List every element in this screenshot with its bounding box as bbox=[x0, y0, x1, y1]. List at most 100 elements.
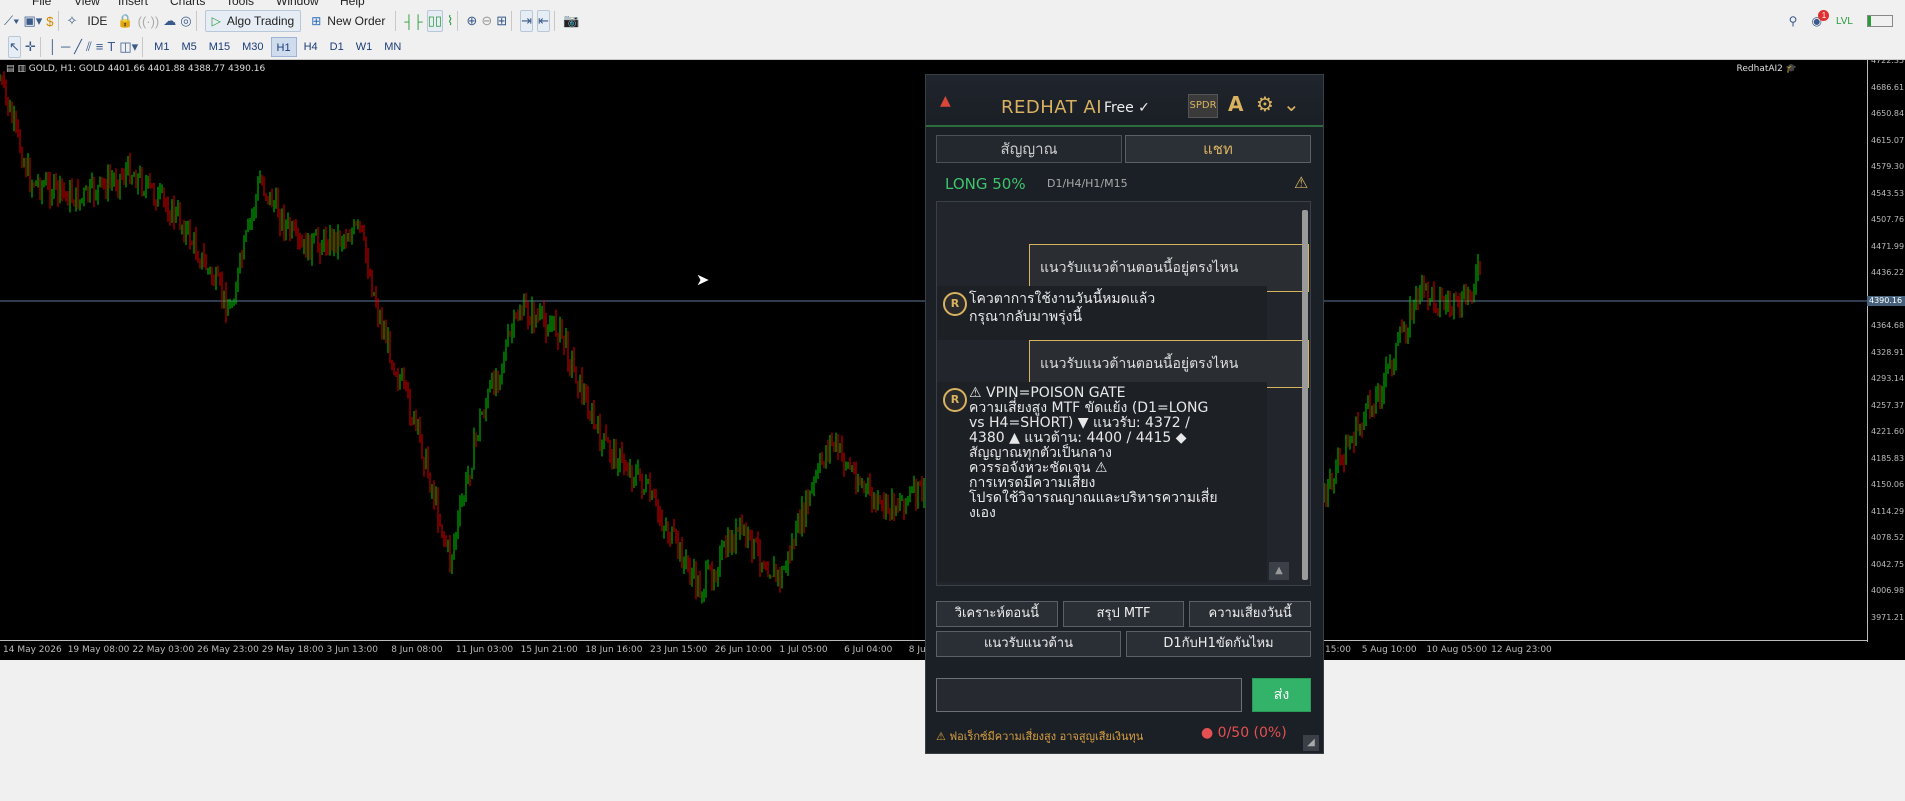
bot-message-line: สัญญาณทุกตัวเป็นกลาง bbox=[969, 445, 1112, 461]
timeframe-d1[interactable]: D1 bbox=[325, 37, 349, 57]
chart-shift-icon[interactable]: ⇤ bbox=[537, 10, 550, 32]
time-label: 6 Jul 04:00 bbox=[844, 645, 893, 655]
toolbar-separator bbox=[39, 36, 41, 57]
time-label: 14 May 2026 bbox=[3, 645, 62, 655]
font-size-icon[interactable]: A bbox=[1228, 92, 1243, 116]
vertical-line-icon[interactable]: │ bbox=[49, 36, 57, 58]
menu-insert[interactable]: Insert bbox=[118, 0, 148, 8]
menu-window[interactable]: Window bbox=[276, 0, 319, 8]
bot-message-line: โควตาการใช้งานวันนี้หมดแล้ว bbox=[969, 291, 1156, 307]
menu-charts[interactable]: Charts bbox=[170, 0, 205, 8]
navigator-icon[interactable]: ✧ bbox=[67, 10, 78, 32]
price-label: 4722.35 bbox=[1871, 60, 1905, 65]
text-icon[interactable]: T bbox=[107, 36, 115, 58]
current-price-tag: 4390.16 bbox=[1867, 296, 1905, 306]
timeframe-m1[interactable]: M1 bbox=[149, 37, 174, 57]
time-label: 29 May 18:00 bbox=[261, 645, 324, 655]
chat-input[interactable] bbox=[936, 678, 1242, 712]
notification-badge: 1 bbox=[1818, 10, 1830, 21]
scroll-up-icon[interactable]: ▲ bbox=[1269, 562, 1289, 580]
toolbar-separator bbox=[195, 11, 197, 31]
gear-icon[interactable]: ⚙ bbox=[1256, 92, 1274, 116]
price-label: 4042.75 bbox=[1871, 559, 1905, 569]
new-chart-icon[interactable]: ⟋▾ bbox=[4, 10, 19, 32]
search-icon[interactable]: ⚲ bbox=[1789, 14, 1798, 28]
ea-label: RedhatAI2 🎓 bbox=[1737, 64, 1797, 74]
time-label: 3 Jun 13:00 bbox=[326, 645, 378, 655]
bot-message-line: กรุณากลับมาพรุ่งนี้ bbox=[969, 309, 1083, 325]
tile-windows-icon[interactable]: ⊞ bbox=[496, 10, 507, 32]
timeframe-mn[interactable]: MN bbox=[379, 37, 406, 57]
price-label: 4650.84 bbox=[1871, 109, 1905, 118]
new-order-label: New Order bbox=[327, 14, 386, 28]
autoscroll-icon[interactable]: ⇥ bbox=[520, 10, 534, 32]
shapes-icon[interactable]: ◫▾ bbox=[119, 36, 138, 58]
resize-handle-icon[interactable]: ◢ bbox=[1303, 735, 1319, 751]
menu-help[interactable]: Help bbox=[340, 0, 365, 8]
tab-chat[interactable]: แชท bbox=[1125, 135, 1311, 163]
send-button[interactable]: ส่ง bbox=[1252, 678, 1311, 712]
spdr-button[interactable]: SPDR bbox=[1188, 94, 1218, 118]
time-label: 12 Aug 23:00 bbox=[1491, 645, 1552, 655]
cloud-icon[interactable]: ☁ bbox=[163, 10, 176, 32]
signal-icon[interactable]: ((·)) bbox=[138, 10, 160, 32]
ea-hat-icon: 🎓 bbox=[1785, 64, 1797, 74]
profiles-icon[interactable]: ▣▾ bbox=[23, 10, 42, 32]
mtf-summary-button[interactable]: สรุป MTF bbox=[1062, 601, 1185, 627]
support-resistance-button[interactable]: แนวรับแนวต้าน bbox=[936, 631, 1121, 657]
cursor-icon[interactable]: ↖ bbox=[8, 35, 21, 58]
menu-view[interactable]: View bbox=[74, 0, 100, 8]
toolbar-separator bbox=[553, 11, 555, 31]
panel-tabs: สัญญาณ แชท bbox=[936, 135, 1311, 163]
toolbar-separator bbox=[142, 36, 144, 57]
fibonacci-icon[interactable]: ≡ bbox=[96, 36, 104, 58]
menu-tools[interactable]: Tools bbox=[226, 0, 254, 8]
risk-disclaimer: ⚠ ฟอเร็กซ์มีความเสี่ยงสูง อาจสูญเสียเงิน… bbox=[936, 730, 1144, 743]
timeframe-h4[interactable]: H4 bbox=[299, 37, 323, 57]
horizontal-line-icon[interactable]: ─ bbox=[61, 36, 70, 58]
risk-today-button[interactable]: ความเสี่ยงวันนี้ bbox=[1189, 601, 1312, 627]
tab-signal[interactable]: สัญญาณ bbox=[936, 135, 1122, 163]
redhat-ai-panel: ▲ REDHAT AI Free ✓ SPDR A ⚙ ⌄ สัญญาณ แชท… bbox=[925, 74, 1324, 754]
timeframe-m5[interactable]: M5 bbox=[176, 37, 201, 57]
zoom-in-icon[interactable]: ⊕ bbox=[466, 10, 477, 32]
time-label: 8 Jun 08:00 bbox=[391, 645, 443, 655]
timeframe-w1[interactable]: W1 bbox=[351, 37, 378, 57]
new-order-button[interactable]: ⊞ New Order bbox=[305, 10, 391, 32]
menu-file[interactable]: File bbox=[32, 0, 51, 8]
signals-icon[interactable]: LVL bbox=[1836, 16, 1853, 27]
timeframe-h1[interactable]: H1 bbox=[270, 36, 297, 57]
chat-scrollbar[interactable] bbox=[1302, 210, 1308, 580]
candlestick-icon[interactable]: ▯▯ bbox=[426, 10, 444, 32]
zoom-out-icon[interactable]: ⊖ bbox=[481, 10, 492, 32]
dollar-icon[interactable]: $ bbox=[46, 10, 53, 32]
time-label: 15 Jun 21:00 bbox=[520, 645, 578, 655]
channel-icon[interactable]: ⫽ bbox=[86, 36, 92, 58]
trendline-icon[interactable]: ╱ bbox=[74, 36, 82, 58]
quota-counter: ● 0/50 (0%) bbox=[1201, 725, 1287, 741]
bar-chart-icon[interactable]: ┤├ bbox=[404, 10, 422, 32]
signal-timeframes: D1/H4/H1/M15 bbox=[1047, 177, 1128, 190]
time-label: 23 Jun 15:00 bbox=[650, 645, 708, 655]
analyze-now-button[interactable]: วิเคราะห์ตอนนี้ bbox=[936, 601, 1058, 627]
collapse-chevron-icon[interactable]: ⌄ bbox=[1283, 92, 1300, 116]
notifications-icon[interactable]: ◉ 1 bbox=[1811, 10, 1830, 28]
line-chart-icon[interactable]: ⌇ bbox=[447, 10, 453, 32]
chat-messages[interactable]: แนวรับแนวต้านตอนนี้อยู่ตรงไหน R โควตาการ… bbox=[936, 201, 1311, 586]
screenshot-icon[interactable]: 📷 bbox=[563, 10, 579, 32]
lock-icon[interactable]: 🔒 bbox=[117, 10, 133, 32]
algo-trading-button[interactable]: ▷ Algo Trading bbox=[204, 10, 302, 32]
d1-h1-conflict-button[interactable]: D1กับH1ขัดกันไหม bbox=[1126, 631, 1311, 657]
crosshair-icon[interactable]: ✛ bbox=[25, 36, 36, 58]
quick-actions-row1: วิเคราะห์ตอนนี้ สรุป MTF ความเสี่ยงวันนี… bbox=[936, 601, 1312, 627]
warning-icon[interactable]: ⚠ bbox=[1294, 173, 1308, 192]
globe-icon[interactable]: ◎ bbox=[180, 10, 191, 32]
price-label: 4078.52 bbox=[1871, 533, 1905, 542]
timeframe-m30[interactable]: M30 bbox=[237, 37, 268, 57]
chart-menu-icon[interactable]: ▤ ▥ bbox=[6, 64, 26, 74]
timeframe-m15[interactable]: M15 bbox=[204, 37, 235, 57]
plus-icon: ⊞ bbox=[311, 14, 322, 28]
drawing-toolbar: ↖ ✛ │ ─ ╱ ⫽ ≡ T ◫▾ M1 M5 M15 M30 H1 H4 D… bbox=[0, 34, 1905, 60]
ide-button[interactable]: IDE bbox=[81, 10, 113, 32]
time-label: 22 May 03:00 bbox=[132, 645, 195, 655]
